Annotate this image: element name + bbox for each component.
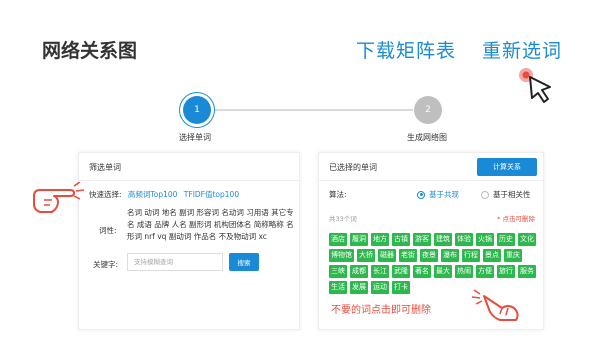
page-title: 网络关系图 — [42, 40, 138, 62]
word-tag[interactable]: 打卡 — [392, 281, 410, 294]
pointing-hand-icon — [30, 181, 88, 218]
word-tag[interactable]: 瀑布 — [441, 249, 459, 262]
word-tag[interactable]: 最大 — [434, 265, 452, 278]
quick-link-tfidf-top[interactable]: TFIDF值top100 — [184, 190, 239, 199]
word-tag[interactable]: 磁器 — [378, 249, 396, 262]
selected-panel-header: 已选择的单词 计算关系 — [319, 153, 543, 181]
algorithm-label: 算法: — [329, 190, 347, 199]
word-tag[interactable]: 建筑 — [434, 233, 452, 246]
algorithm-row: 算法: 基于共现 基于相关性 — [329, 189, 539, 200]
word-tag[interactable]: 历史 — [497, 233, 515, 246]
word-tag[interactable]: 行程 — [462, 249, 480, 262]
word-tag[interactable]: 运动 — [371, 281, 389, 294]
pos-label: 词性: — [99, 226, 117, 235]
calculate-relations-button[interactable]: 计算关系 — [477, 158, 537, 176]
radio-correlation[interactable]: 基于相关性 — [481, 189, 531, 200]
word-tag[interactable]: 火锅 — [476, 233, 494, 246]
word-tag[interactable]: 地方 — [371, 233, 389, 246]
word-tag[interactable]: 三峡 — [329, 265, 347, 278]
radio-correlation-label: 基于相关性 — [493, 190, 531, 199]
word-tag[interactable]: 酒店 — [329, 233, 347, 246]
word-tag[interactable]: 古镇 — [392, 233, 410, 246]
word-tag[interactable]: 武隆 — [392, 265, 410, 278]
word-tag[interactable]: 发展 — [350, 281, 368, 294]
word-tag[interactable]: 生活 — [329, 281, 347, 294]
keyword-label: 关键字: — [93, 260, 119, 269]
word-tag[interactable]: 成都 — [350, 265, 368, 278]
word-tag[interactable]: 博物馆 — [329, 249, 354, 262]
step-1-indicator: 1 — [183, 96, 211, 124]
word-tag[interactable]: 履洞 — [350, 233, 368, 246]
word-tag[interactable]: 夜景 — [420, 249, 438, 262]
quick-select-label: 快速选择: — [89, 190, 122, 199]
word-tag[interactable]: 服务 — [518, 265, 536, 278]
selected-tags: 酒店 履洞 地方 古镇 游客 建筑 体验 火锅 历史 文化博物馆 大桥 磁器 老街 夜景 瀑布 行程 景点 重庆三… — [329, 233, 541, 294]
word-tag[interactable]: 游客 — [413, 233, 431, 246]
pos-options[interactable]: 名词 动词 地名 副词 形容词 名动词 习用语 其它专名 成语 品牌 人名 副形… — [127, 207, 297, 243]
keyword-input[interactable] — [127, 253, 223, 271]
radio-cooccurrence[interactable]: 基于共现 — [417, 189, 459, 200]
word-tag[interactable]: 长江 — [371, 265, 389, 278]
pointing-hand-icon — [471, 286, 522, 322]
word-count: 共33个词 — [329, 215, 357, 223]
stepper: 1 2 选择单词 生成网络图 — [0, 96, 600, 146]
word-tag[interactable]: 文化 — [518, 233, 536, 246]
radio-cooccurrence-label: 基于共现 — [429, 190, 459, 199]
word-tag[interactable]: 景点 — [483, 249, 501, 262]
search-button[interactable]: 搜索 — [229, 253, 259, 271]
word-tag[interactable]: 老街 — [399, 249, 417, 262]
step-connector — [208, 109, 413, 111]
radio-unselected-icon — [481, 190, 489, 199]
word-tag[interactable]: 热闹 — [455, 265, 473, 278]
delete-instruction: 不要的词点击即可删除 — [331, 305, 431, 316]
filter-panel: 筛选单词 快速选择: 高频词Top100 TFIDF值top100 词性: 名词… — [78, 152, 300, 330]
word-tag[interactable]: 重庆 — [504, 249, 522, 262]
step-2-indicator: 2 — [414, 96, 442, 124]
download-matrix-link[interactable]: 下载矩阵表 — [356, 36, 456, 63]
delete-hint: * 点击可删除 — [497, 215, 535, 223]
word-tag[interactable]: 方便 — [476, 265, 494, 278]
filter-panel-title: 筛选单词 — [79, 153, 299, 181]
quick-select-row: 快速选择: 高频词Top100 TFIDF值top100 — [89, 189, 239, 200]
word-tag[interactable]: 大桥 — [357, 249, 375, 262]
step-1-label: 选择单词 — [179, 133, 211, 142]
word-tag[interactable]: 体验 — [455, 233, 473, 246]
word-tag[interactable]: 著名 — [413, 265, 431, 278]
selected-panel-title: 已选择的单词 — [329, 163, 377, 172]
word-tag[interactable]: 旅行 — [497, 265, 515, 278]
reselect-words-link[interactable]: 重新选词 — [482, 36, 562, 63]
step-2-label: 生成网络图 — [407, 133, 447, 142]
radio-selected-icon — [417, 190, 425, 199]
quick-link-top-frequency[interactable]: 高频词Top100 — [128, 190, 177, 199]
